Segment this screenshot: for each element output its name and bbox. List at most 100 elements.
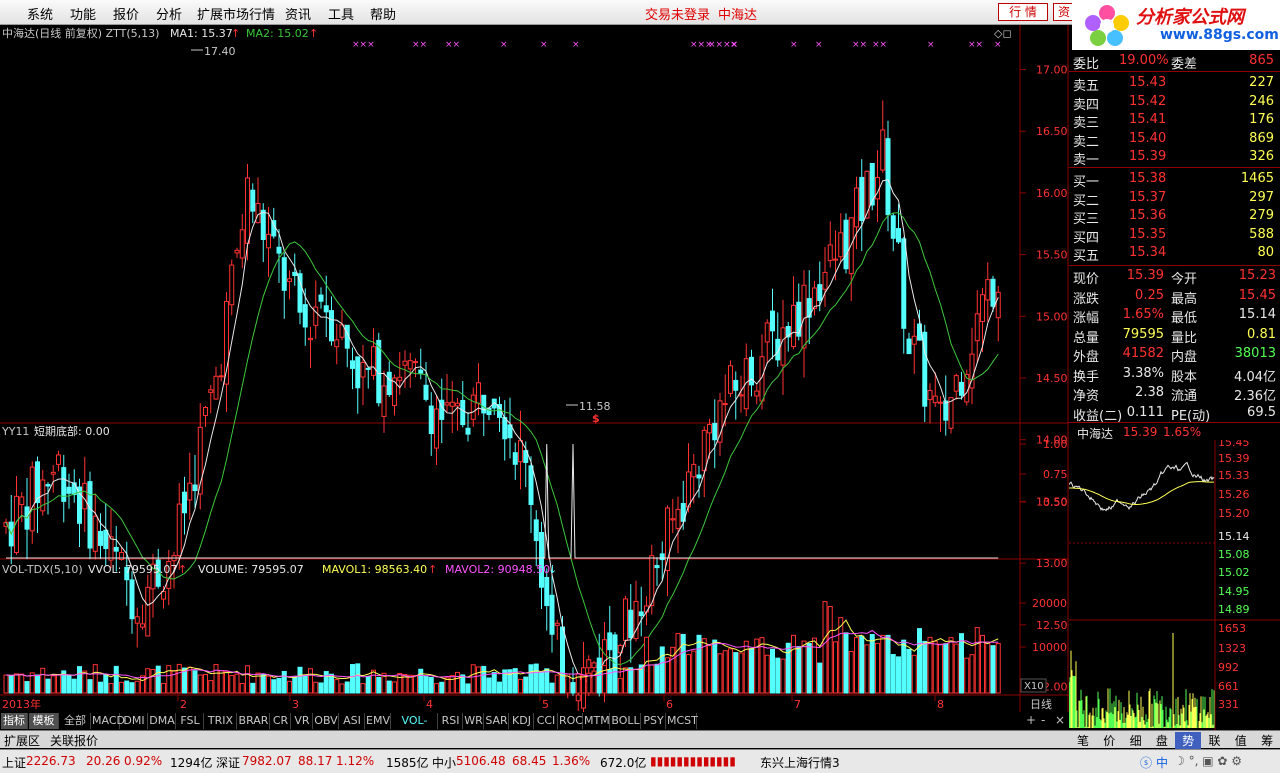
period-label[interactable]: 日线 bbox=[1030, 697, 1052, 711]
indicator-tab-cr[interactable]: CR bbox=[271, 713, 291, 729]
menu-help[interactable]: 帮助 bbox=[370, 4, 396, 23]
volume-bar bbox=[197, 674, 203, 694]
indicator-tab-vr[interactable]: VR bbox=[292, 713, 313, 729]
right-tab-0[interactable]: 笔 bbox=[1070, 732, 1096, 749]
indicator-tab-mcst[interactable]: MCST bbox=[667, 713, 698, 729]
bid-row[interactable]: 买一 15.38 1465 bbox=[1069, 170, 1280, 190]
sz-label[interactable]: 深证 bbox=[216, 754, 240, 771]
menu-tools[interactable]: 工具 bbox=[328, 4, 354, 23]
indicator-tab-mtm[interactable]: MTM bbox=[584, 713, 610, 729]
right-tab-6[interactable]: 值 bbox=[1228, 732, 1254, 749]
menu-analysis[interactable]: 分析 bbox=[156, 4, 182, 23]
candle-body bbox=[938, 401, 943, 404]
indicator-tab-fsl[interactable]: FSL bbox=[177, 713, 204, 729]
volume-bar bbox=[581, 675, 586, 694]
bid-row[interactable]: 买三 15.36 279 bbox=[1069, 207, 1280, 227]
candle-body bbox=[691, 463, 697, 478]
right-tab-1[interactable]: 价 bbox=[1096, 732, 1122, 749]
bid-row[interactable]: 买二 15.37 297 bbox=[1069, 189, 1280, 209]
ask-label: 卖四 bbox=[1073, 97, 1100, 113]
menu-quote[interactable]: 报价 bbox=[113, 4, 139, 23]
right-tab-4[interactable]: 势 bbox=[1175, 732, 1202, 749]
ime-icon[interactable]: ⓢ bbox=[1140, 754, 1152, 771]
volume-bar bbox=[806, 643, 812, 694]
stat-row[interactable]: 外盘 41582 内盘 38013 bbox=[1069, 345, 1280, 365]
candle-body bbox=[239, 229, 245, 259]
right-tab-7[interactable]: 筹 bbox=[1254, 732, 1280, 749]
close-pane-button[interactable]: × bbox=[1055, 713, 1065, 727]
trade-login-status[interactable]: 交易未登录 bbox=[645, 4, 710, 23]
chart-mode-icon[interactable]: ◇◻ bbox=[994, 27, 1012, 40]
indicator-tab-dmi[interactable]: DMI bbox=[121, 713, 148, 729]
bid-row[interactable]: 买四 15.35 588 bbox=[1069, 226, 1280, 246]
indicator-tab-macd[interactable]: MACD bbox=[92, 713, 125, 729]
kline-chart-area[interactable]: 中海达(日线 前复权) ZTT(5,13) MA1: 15.37 ↑ MA2: … bbox=[0, 25, 1069, 712]
ask-row[interactable]: 卖五 15.43 227 bbox=[1069, 74, 1280, 94]
indicator-tab-rsi[interactable]: RSI bbox=[439, 713, 463, 729]
menu-function[interactable]: 功能 bbox=[70, 4, 96, 23]
candle-body bbox=[71, 482, 77, 496]
stat-row[interactable]: 现价 15.39 今开 15.23 bbox=[1069, 267, 1280, 287]
bid-volume: 297 bbox=[1249, 189, 1274, 205]
ask-row[interactable]: 卖四 15.42 246 bbox=[1069, 93, 1280, 113]
indicator-tab-boll[interactable]: BOLL bbox=[611, 713, 641, 729]
indicator-tab-sar[interactable]: SAR bbox=[485, 713, 509, 729]
indicator-tab-模板[interactable]: 模板 bbox=[29, 713, 59, 729]
indicator-tab-brar[interactable]: BRAR bbox=[238, 713, 270, 729]
signal-x-marker: × bbox=[815, 40, 823, 50]
indicator-tab-asi[interactable]: ASI bbox=[340, 713, 365, 729]
indicator-tab-cci[interactable]: CCI bbox=[535, 713, 558, 729]
current-stock-name: 中海达 bbox=[718, 8, 758, 23]
candle-body bbox=[302, 304, 308, 328]
candle-body bbox=[822, 271, 828, 290]
ime-toolbar-icon[interactable]: ☽ °, ▣ ✿ ⚙ bbox=[1174, 754, 1242, 768]
indicator-tab-trix[interactable]: TRIX bbox=[205, 713, 237, 729]
ask-row[interactable]: 卖一 15.39 326 bbox=[1069, 148, 1280, 168]
indicator-tab-obv[interactable]: OBV bbox=[314, 713, 339, 729]
indicator-tab-vol-tdx[interactable]: VOL-TDX bbox=[392, 713, 438, 743]
tab-extension-area[interactable]: 扩展区 bbox=[4, 732, 40, 749]
server-name[interactable]: 东兴上海行情3 bbox=[760, 754, 840, 771]
indicator-tab-psy[interactable]: PSY bbox=[642, 713, 666, 729]
menu-ext-market[interactable]: 扩展市场行情 bbox=[197, 4, 275, 23]
candle-body bbox=[628, 609, 634, 639]
stat-row[interactable]: 涨跌 0.25 最高 15.45 bbox=[1069, 287, 1280, 307]
date-axis: 2013年 2 3 4 5 6 7 8 bbox=[2, 695, 944, 711]
ime-lang[interactable]: 中 bbox=[1156, 754, 1168, 771]
stat-row[interactable]: 涨幅 1.65% 最低 15.14 bbox=[1069, 306, 1280, 326]
menu-news[interactable]: 资讯 bbox=[285, 4, 311, 23]
stat-row[interactable]: 净资 2.38 流通 2.36亿 bbox=[1069, 384, 1280, 404]
indicator-tab-dma[interactable]: DMA bbox=[149, 713, 176, 729]
ask-row[interactable]: 卖三 15.41 176 bbox=[1069, 111, 1280, 131]
volume-bar bbox=[339, 683, 345, 694]
sh-label[interactable]: 上证 bbox=[2, 754, 26, 771]
right-tab-2[interactable]: 细 bbox=[1123, 732, 1149, 749]
volume-bar bbox=[617, 677, 623, 694]
bid-row[interactable]: 买五 15.34 80 bbox=[1069, 244, 1280, 264]
indicator-tab-全部[interactable]: 全部 bbox=[60, 713, 91, 729]
candle-body bbox=[885, 138, 891, 216]
candle-body bbox=[890, 215, 896, 239]
indicator-tab-wr[interactable]: WR bbox=[464, 713, 484, 729]
zoom-in-button[interactable]: + bbox=[1026, 713, 1036, 727]
candle-body bbox=[92, 515, 98, 552]
ask-row[interactable]: 卖二 15.40 869 bbox=[1069, 130, 1280, 150]
indicator-tab-指标[interactable]: 指标 bbox=[1, 713, 28, 729]
volume-bar bbox=[476, 666, 481, 694]
indicator-tab-kdj[interactable]: KDJ bbox=[510, 713, 534, 729]
stat-row[interactable]: 收益(二) 0.111 PE(动) 69.5 bbox=[1069, 404, 1280, 424]
right-tab-5[interactable]: 联 bbox=[1202, 732, 1228, 749]
indicator-tab-emv[interactable]: EMV bbox=[366, 713, 391, 729]
intraday-mini-chart[interactable]: 15.45 15.39 15.33 15.26 15.20 15.14 15.08 15.02… bbox=[1069, 440, 1280, 732]
indicator-tab-roc[interactable]: ROC bbox=[559, 713, 583, 729]
stat-row[interactable]: 总量 79595 量比 0.81 bbox=[1069, 326, 1280, 346]
zoom-out-button[interactable]: - bbox=[1041, 713, 1045, 727]
stat-row[interactable]: 换手 3.38% 股本 4.04亿 bbox=[1069, 365, 1280, 385]
zx-label[interactable]: 中小 bbox=[432, 754, 456, 771]
menu-system[interactable]: 系统 bbox=[27, 4, 53, 23]
high-price-label: 17.40 bbox=[204, 45, 236, 58]
mavol1-value: MAVOL1: 98563.40 bbox=[322, 563, 427, 576]
right-tab-3[interactable]: 盘 bbox=[1149, 732, 1175, 749]
tab-related-quotes[interactable]: 关联报价 bbox=[50, 732, 98, 749]
quote-button[interactable]: 行 情 bbox=[998, 3, 1048, 21]
